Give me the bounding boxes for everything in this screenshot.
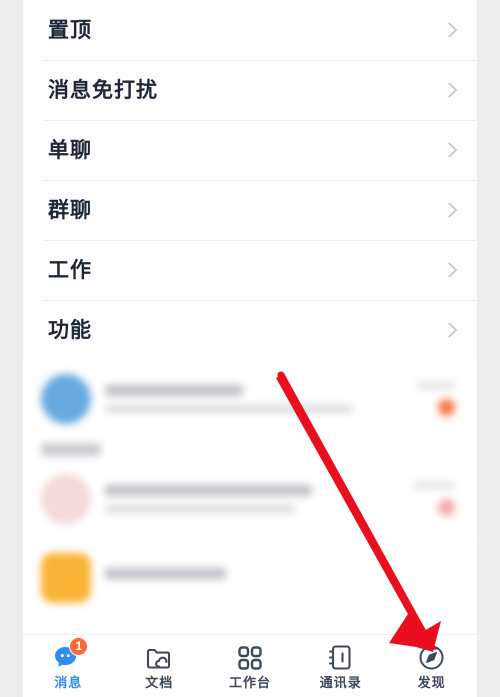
- tab-contacts[interactable]: 通讯录: [295, 635, 386, 697]
- compass-icon: [418, 644, 445, 672]
- settings-row-pinned[interactable]: 置顶: [23, 0, 477, 60]
- avatar: [41, 474, 91, 524]
- settings-list: 置顶 消息免打扰 单聊 群聊 工作 功能: [23, 0, 477, 360]
- contact-book-icon: [328, 644, 353, 672]
- chat-list-blurred: [23, 360, 477, 634]
- list-item-text: [105, 385, 393, 413]
- settings-row-label: 群聊: [48, 198, 92, 222]
- settings-row-group-chat[interactable]: 群聊: [23, 180, 477, 240]
- avatar: [41, 374, 91, 424]
- list-item-meta: [393, 382, 455, 416]
- settings-row-do-not-disturb[interactable]: 消息免打扰: [23, 60, 477, 120]
- chevron-right-icon: [441, 322, 458, 338]
- tab-workbench[interactable]: 工作台: [205, 635, 296, 697]
- settings-row-single-chat[interactable]: 单聊: [23, 120, 477, 180]
- settings-row-function[interactable]: 功能: [23, 300, 477, 360]
- settings-row-label: 工作: [48, 258, 92, 282]
- settings-row-label: 单聊: [48, 138, 92, 162]
- chevron-right-icon: [441, 22, 458, 38]
- list-item[interactable]: [23, 360, 477, 438]
- chevron-right-icon: [441, 262, 458, 278]
- tab-label: 消息: [54, 674, 83, 690]
- list-item[interactable]: [23, 539, 477, 617]
- chevron-right-icon: [441, 142, 458, 158]
- chevron-right-icon: [441, 82, 458, 98]
- tab-label: 发现: [417, 674, 446, 690]
- tab-label: 文档: [145, 674, 174, 690]
- tab-discover[interactable]: 发现: [386, 635, 477, 697]
- chevron-right-icon: [441, 202, 458, 218]
- phone-screen: 置顶 消息免打扰 单聊 群聊 工作 功能 Baidu经验 jingyan.bai…: [23, 0, 477, 697]
- settings-row-label: 置顶: [48, 18, 92, 42]
- list-item-meta: [393, 482, 455, 516]
- list-item[interactable]: [23, 460, 477, 538]
- settings-row-work[interactable]: 工作: [23, 240, 477, 300]
- list-item-text: [105, 568, 393, 588]
- unread-badge: 1: [69, 636, 89, 656]
- settings-row-label: 消息免打扰: [48, 78, 158, 102]
- list-section-chip: [41, 443, 101, 456]
- list-item-text: [105, 485, 393, 513]
- grid-squares-icon: [237, 644, 263, 672]
- tab-documents[interactable]: 文档: [114, 635, 205, 697]
- bottom-tab-bar: 1 消息 文档 工作台 通讯录 发现: [23, 634, 477, 697]
- tab-messages[interactable]: 1 消息: [23, 635, 114, 697]
- chat-bubble-icon: 1: [53, 636, 89, 672]
- folder-cloud-icon: [145, 644, 173, 672]
- tab-label: 通讯录: [319, 674, 362, 690]
- avatar: [41, 553, 91, 603]
- tab-label: 工作台: [228, 674, 271, 690]
- settings-row-label: 功能: [48, 318, 92, 342]
